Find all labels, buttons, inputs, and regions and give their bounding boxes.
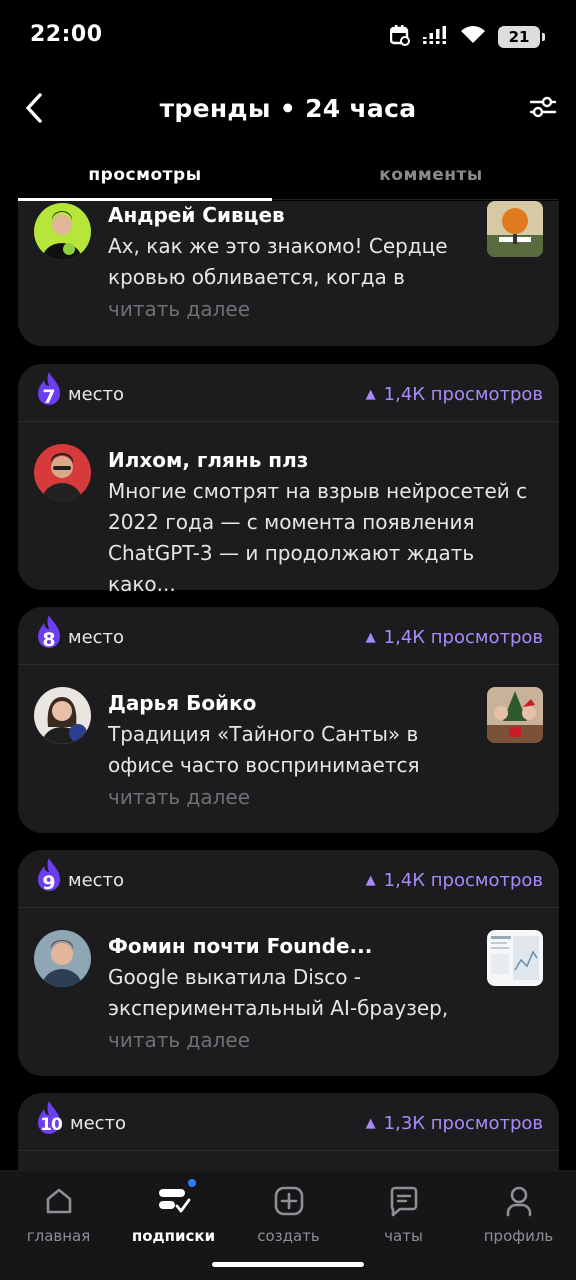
triangle-up-icon: ▲ xyxy=(365,1116,376,1131)
views-count: ▲ 1,4К просмотров xyxy=(366,384,543,405)
place-label: место xyxy=(68,627,125,648)
page-title: тренды • 24 часа xyxy=(159,94,417,123)
chat-icon xyxy=(346,1183,461,1219)
avatar[interactable] xyxy=(34,444,91,501)
card-header: 8 место ▲ 1,4К просмотров xyxy=(18,607,559,665)
rank-badge: 8 xyxy=(34,613,64,657)
home-icon xyxy=(1,1183,116,1219)
calendar-alarm-icon xyxy=(389,24,410,50)
author-name[interactable]: Илхом, глянь плз xyxy=(108,448,308,472)
nav-profile[interactable]: профиль xyxy=(461,1171,576,1261)
tab-bar: просмотры комменты xyxy=(18,150,558,201)
author-name[interactable]: Дарья Бойко xyxy=(108,691,256,715)
signal-icon xyxy=(422,25,448,49)
post-text[interactable]: Ах, как же это знакомо! Сердце кровью об… xyxy=(108,231,468,293)
read-more-link[interactable]: читать далее xyxy=(108,297,250,321)
triangle-up-icon: ▲ xyxy=(365,630,376,645)
views-count: ▲ 1,3К просмотров xyxy=(366,1113,543,1134)
nav-create[interactable]: создать xyxy=(231,1171,346,1261)
status-icons: 21 xyxy=(389,24,545,50)
subscriptions-icon xyxy=(116,1183,231,1219)
post-thumbnail[interactable] xyxy=(487,687,543,743)
post-card[interactable]: 9 место ▲ 1,4К просмотров Фомин почти Fou… xyxy=(18,850,559,1076)
post-card[interactable]: 8 место ▲ 1,4К просмотров Дарья Бойко Тра… xyxy=(18,607,559,833)
rank-number: 10 xyxy=(40,1115,63,1135)
views-count: ▲ 1,4К просмотров xyxy=(366,870,543,891)
card-header: 7 место ▲ 1,4К просмотров xyxy=(18,364,559,422)
avatar[interactable] xyxy=(34,687,91,744)
avatar[interactable] xyxy=(34,930,91,987)
post-card[interactable]: 7 место ▲ 1,4К просмотров Илхом, глянь пл… xyxy=(18,364,559,596)
post-text[interactable]: Многие смотрят на взрыв нейросетей с 202… xyxy=(108,476,544,600)
notification-badge xyxy=(188,1179,196,1187)
triangle-up-icon: ▲ xyxy=(365,387,376,402)
nav-label: главная xyxy=(26,1227,91,1245)
battery-icon: 21 xyxy=(498,26,545,48)
views-text: 1,4К просмотров xyxy=(383,870,543,891)
rank-badge: 10 xyxy=(34,1099,64,1143)
post-card[interactable]: Андрей Сивцев Ах, как же это знакомо! Се… xyxy=(18,201,559,346)
rank-number: 8 xyxy=(42,629,56,651)
post-text[interactable]: Google выкатила Disco - экспериментальны… xyxy=(108,962,488,1024)
place-label: место xyxy=(70,1113,127,1134)
triangle-up-icon: ▲ xyxy=(365,873,376,888)
status-bar: 22:00 21 xyxy=(0,0,576,70)
filter-button[interactable] xyxy=(526,92,560,126)
sliders-icon xyxy=(529,95,557,123)
author-name[interactable]: Фомин почти Founde... xyxy=(108,934,372,958)
views-text: 1,3К просмотров xyxy=(383,1113,543,1134)
plus-square-icon xyxy=(231,1183,346,1219)
tab-views[interactable]: просмотры xyxy=(18,150,272,201)
views-count: ▲ 1,4К просмотров xyxy=(366,627,543,648)
nav-label: профиль xyxy=(483,1227,554,1245)
rank-number: 9 xyxy=(42,872,56,894)
status-time: 22:00 xyxy=(30,22,103,47)
read-more-link[interactable]: читать далее xyxy=(108,1028,250,1052)
header: тренды • 24 часа xyxy=(0,78,576,142)
wifi-icon xyxy=(460,25,486,49)
avatar[interactable] xyxy=(34,203,91,260)
nav-subscriptions[interactable]: подписки xyxy=(116,1171,231,1261)
card-header: 10 место ▲ 1,3К просмотров xyxy=(18,1093,559,1151)
nav-chats[interactable]: чаты xyxy=(346,1171,461,1261)
post-thumbnail[interactable] xyxy=(487,930,543,986)
place-label: место xyxy=(68,384,125,405)
post-thumbnail[interactable] xyxy=(487,201,543,257)
user-icon xyxy=(461,1183,576,1219)
author-name[interactable]: Андрей Сивцев xyxy=(108,203,285,227)
home-indicator[interactable] xyxy=(212,1262,364,1267)
nav-label: создать xyxy=(257,1227,320,1245)
rank-badge: 9 xyxy=(34,856,64,900)
rank-number: 7 xyxy=(42,386,56,408)
rank-badge: 7 xyxy=(34,370,64,414)
nav-label: чаты xyxy=(384,1227,423,1245)
tab-comments[interactable]: комменты xyxy=(304,150,558,200)
read-more-link[interactable]: читать далее xyxy=(108,785,250,809)
nav-label: подписки xyxy=(131,1227,216,1245)
place-label: место xyxy=(68,870,125,891)
card-header: 9 место ▲ 1,4К просмотров xyxy=(18,850,559,908)
views-text: 1,4К просмотров xyxy=(383,384,543,405)
post-card[interactable]: 10 место ▲ 1,3К просмотров xyxy=(18,1093,559,1170)
nav-home[interactable]: главная xyxy=(1,1171,116,1261)
views-text: 1,4К просмотров xyxy=(383,627,543,648)
trends-feed[interactable]: Андрей Сивцев Ах, как же это знакомо! Се… xyxy=(0,201,576,1170)
post-text[interactable]: Традиция «Тайного Санты» в офисе часто в… xyxy=(108,719,488,781)
